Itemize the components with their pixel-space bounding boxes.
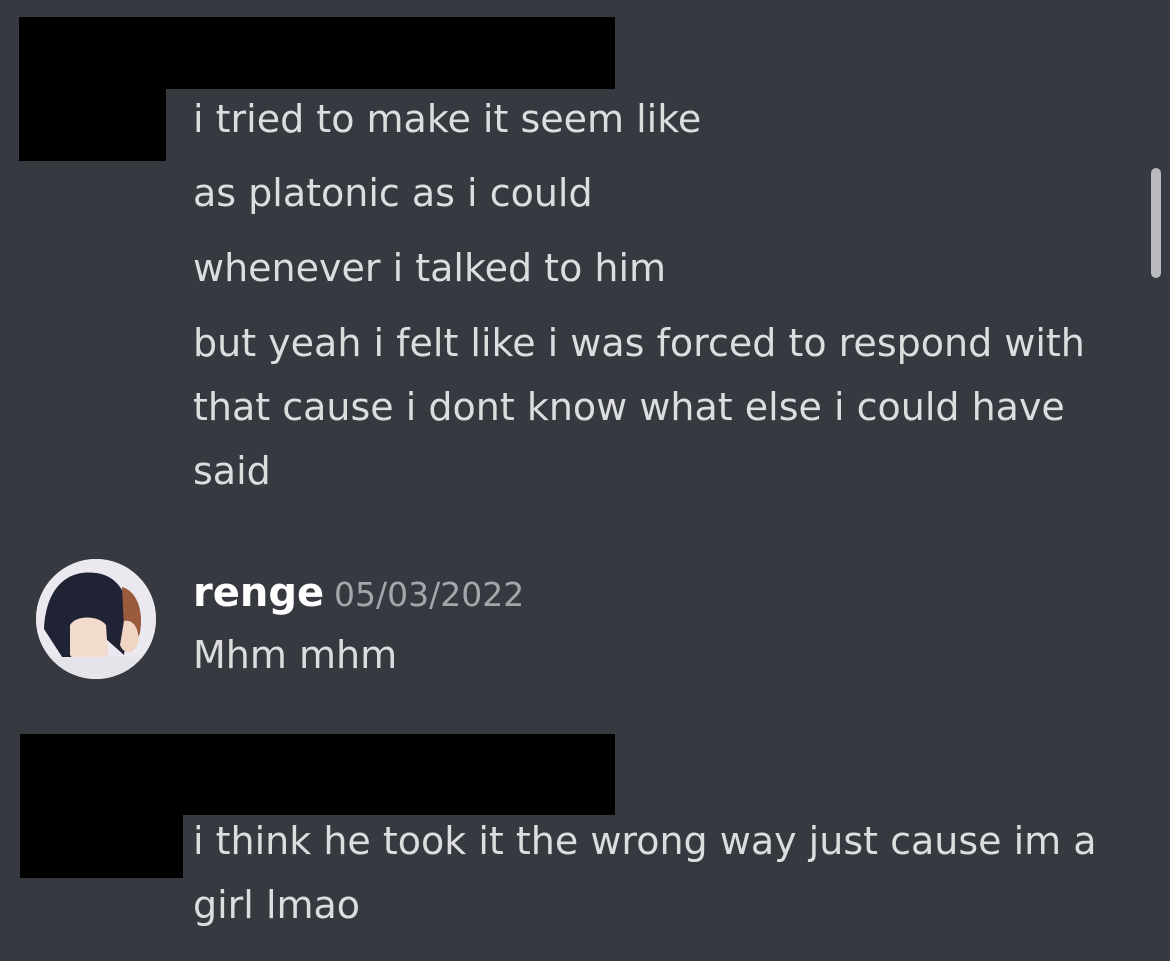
redacted-username: [19, 17, 615, 89]
username[interactable]: renge: [193, 566, 324, 620]
scrollbar-thumb[interactable]: [1151, 168, 1161, 278]
message-line: i tried to make it seem like: [193, 97, 702, 141]
message-line: Mhm mhm: [193, 633, 398, 677]
message-line: i think he took it the wrong way just ca…: [193, 819, 1097, 927]
redacted-avatar: [20, 812, 183, 878]
message-line: but yeah i felt like i was forced to res…: [193, 321, 1085, 493]
message-timestamp: 05/03/2022: [334, 575, 525, 614]
redacted-avatar: [19, 85, 166, 161]
message-line: whenever i talked to him: [193, 246, 667, 290]
avatar[interactable]: [36, 559, 156, 679]
redacted-username: [20, 734, 615, 815]
avatar-image: [36, 559, 156, 679]
message-line: as platonic as i could: [193, 171, 593, 215]
